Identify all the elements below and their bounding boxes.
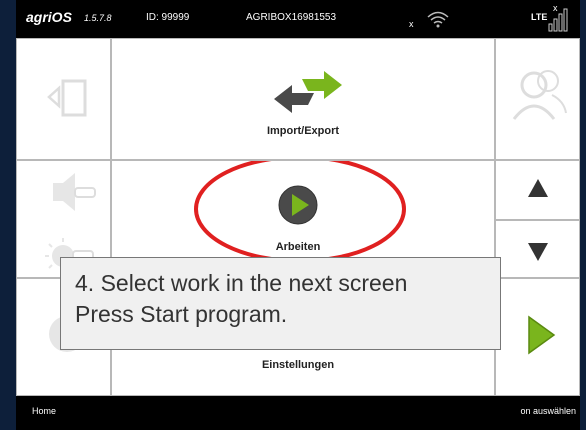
network-type: LTE [531,12,548,22]
signal-bars-icon [548,8,568,32]
bottom-bar: Home on auswählen [16,396,580,430]
scroll-up-button[interactable] [495,160,580,220]
work-label: Arbeiten [275,241,321,253]
import-export-label: Import/Export [266,125,340,137]
box-id: AGRIBOX16981553 [246,12,337,23]
start-button[interactable] [495,278,580,396]
device-id: ID: 99999 [146,12,190,23]
status-bar: agriOS 1.5.7.8 ID: 99999 AGRIBOX16981553… [16,0,580,38]
play-icon [528,315,556,355]
logout-button[interactable] [16,38,111,160]
select-hint: on auswählen [520,406,576,416]
users-icon [512,70,567,120]
speaker-icon [53,173,96,211]
import-export-button[interactable]: Import/Export [111,38,495,160]
tooltip-line-1: 4. Select work in the next screen [75,270,408,296]
app-frame: agriOS 1.5.7.8 ID: 99999 AGRIBOX16981553… [16,0,580,430]
import-export-arrows-icon [274,71,342,113]
wifi-icon [427,11,449,28]
home-link[interactable]: Home [32,406,56,416]
arrow-up-icon [528,179,548,197]
version-label: 1.5.7.8 [84,13,112,23]
tooltip-line-2: Press Start program. [75,301,288,327]
users-button[interactable] [495,38,580,160]
settings-label: Einstellungen [261,359,335,371]
brand-name: agriOS [26,9,72,25]
instruction-tooltip: 4. Select work in the next screen Press … [60,257,501,350]
wifi-off-mark: x [409,19,414,29]
logout-door-icon [47,79,87,117]
